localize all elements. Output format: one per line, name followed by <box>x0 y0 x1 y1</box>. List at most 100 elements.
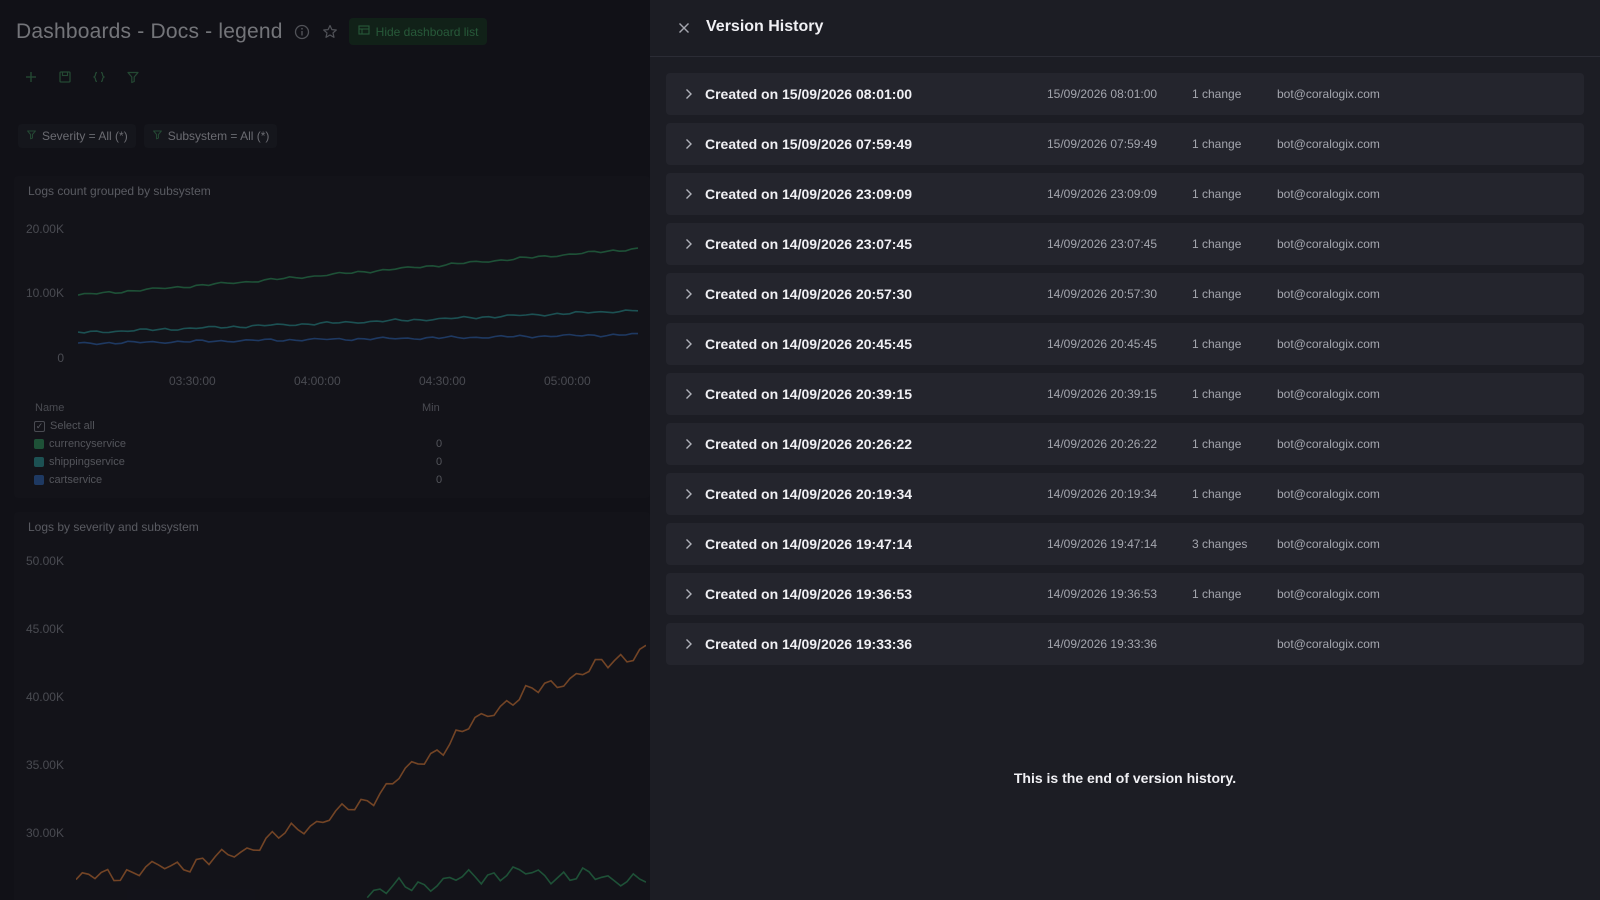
chevron-right-icon[interactable] <box>680 84 698 104</box>
select-all-label: Select all <box>50 420 95 432</box>
chevron-right-icon[interactable] <box>680 434 698 454</box>
version-row[interactable]: Created on 14/09/2026 20:19:34 14/09/2026… <box>666 473 1584 515</box>
y-tick-label: 35.00K <box>25 758 64 772</box>
hide-dashboard-list-label: Hide dashboard list <box>375 24 479 39</box>
version-row[interactable]: Created on 14/09/2026 20:57:30 14/09/2026… <box>666 273 1584 315</box>
chevron-right-icon[interactable] <box>680 334 698 354</box>
version-changes: 1 change <box>1192 387 1242 401</box>
version-date: 14/09/2026 19:36:53 <box>1047 587 1158 601</box>
legend-item-cartservice[interactable]: cartservice <box>34 474 102 486</box>
version-user: bot@coralogix.com <box>1277 87 1380 101</box>
chevron-right-icon[interactable] <box>680 384 698 404</box>
close-icon[interactable] <box>674 18 694 38</box>
version-row[interactable]: Created on 14/09/2026 19:33:36 14/09/2026… <box>666 623 1584 665</box>
widget-title: Logs by severity and subsystem <box>28 520 199 534</box>
widget-title: Logs count grouped by subsystem <box>28 184 211 198</box>
chevron-right-icon[interactable] <box>680 134 698 154</box>
filter-chip-label: Subsystem = All (*) <box>167 129 270 143</box>
legend-min-header: Min <box>422 402 440 414</box>
version-title: Created on 15/09/2026 08:01:00 <box>705 86 913 102</box>
chevron-right-icon[interactable] <box>680 284 698 304</box>
series-line-shippingservice <box>78 309 638 334</box>
version-user: bot@coralogix.com <box>1277 487 1380 501</box>
version-date: 15/09/2026 07:59:49 <box>1047 137 1158 151</box>
version-user: bot@coralogix.com <box>1277 187 1380 201</box>
chevron-right-icon[interactable] <box>680 584 698 604</box>
version-user: bot@coralogix.com <box>1277 237 1380 251</box>
version-user: bot@coralogix.com <box>1277 137 1380 151</box>
chevron-right-icon[interactable] <box>680 634 698 654</box>
dashboard-panel: Dashboards - Docs - legend Hide dashboar… <box>0 0 650 900</box>
version-row[interactable]: Created on 15/09/2026 08:01:00 15/09/2026… <box>666 73 1584 115</box>
y-tick-label: 0 <box>57 351 64 365</box>
chevron-right-icon[interactable] <box>680 184 698 204</box>
version-row[interactable]: Created on 14/09/2026 23:07:45 14/09/2026… <box>666 223 1584 265</box>
version-user: bot@coralogix.com <box>1277 537 1380 551</box>
info-icon[interactable] <box>293 23 311 41</box>
version-title: Created on 14/09/2026 20:19:34 <box>705 486 913 502</box>
legend-select-all[interactable]: ✓ Select all <box>34 420 95 432</box>
legend-min-value: 0 <box>436 438 443 450</box>
version-date: 14/09/2026 23:09:09 <box>1047 187 1158 201</box>
legend-name-header: Name <box>35 402 65 414</box>
version-changes: 1 change <box>1192 437 1242 451</box>
legend-item-currencyservice[interactable]: currencyservice <box>34 438 126 450</box>
legend-item-shippingservice[interactable]: shippingservice <box>34 456 125 468</box>
x-tick-label: 04:00:00 <box>294 374 341 388</box>
version-title: Created on 14/09/2026 20:26:22 <box>705 436 913 452</box>
dashboard-header: Dashboards - Docs - legend Hide dashboar… <box>16 18 488 45</box>
version-changes: 1 change <box>1192 137 1242 151</box>
version-row[interactable]: Created on 14/09/2026 20:39:15 14/09/2026… <box>666 373 1584 415</box>
list-icon <box>358 24 370 39</box>
x-tick-label: 04:30:00 <box>419 374 466 388</box>
version-title: Created on 14/09/2026 23:09:09 <box>705 186 913 202</box>
version-row[interactable]: Created on 15/09/2026 07:59:49 15/09/2026… <box>666 123 1584 165</box>
funnel-icon <box>26 129 37 143</box>
widget-logs-by-severity: Logs by severity and subsystem 50.00K 45… <box>14 512 650 900</box>
series-line-currencyservice <box>78 247 638 296</box>
y-tick-label: 10.00K <box>25 286 64 300</box>
version-date: 14/09/2026 19:33:36 <box>1047 637 1158 651</box>
version-title: Created on 15/09/2026 07:59:49 <box>705 136 913 152</box>
version-row[interactable]: Created on 14/09/2026 20:45:45 14/09/2026… <box>666 323 1584 365</box>
hide-dashboard-list-button[interactable]: Hide dashboard list <box>348 18 488 45</box>
version-row[interactable]: Created on 14/09/2026 23:09:09 14/09/2026… <box>666 173 1584 215</box>
version-user: bot@coralogix.com <box>1277 587 1380 601</box>
legend-item-label: cartservice <box>49 474 103 486</box>
chevron-right-icon[interactable] <box>680 484 698 504</box>
filter-chip-label: Severity = All (*) <box>42 129 128 143</box>
version-title: Created on 14/09/2026 20:39:15 <box>705 386 913 402</box>
dashboard-title: Dashboards - Docs - legend <box>16 19 283 43</box>
logs-by-severity-chart <box>76 644 646 899</box>
version-changes: 1 change <box>1192 337 1242 351</box>
version-row[interactable]: Created on 14/09/2026 19:36:53 14/09/2026… <box>666 573 1584 615</box>
legend-swatch <box>34 439 44 449</box>
add-icon[interactable] <box>22 68 40 86</box>
version-date: 14/09/2026 20:26:22 <box>1047 437 1158 451</box>
version-row[interactable]: Created on 14/09/2026 20:26:22 14/09/2026… <box>666 423 1584 465</box>
filter-chip-severity[interactable]: Severity = All (*) <box>18 124 136 148</box>
chevron-right-icon[interactable] <box>680 234 698 254</box>
checkbox-icon[interactable]: ✓ <box>34 420 45 432</box>
version-title: Created on 14/09/2026 19:33:36 <box>705 636 913 652</box>
version-date: 14/09/2026 20:57:30 <box>1047 287 1158 301</box>
version-row[interactable]: Created on 14/09/2026 19:47:14 14/09/2026… <box>666 523 1584 565</box>
drawer-header: Version History <box>650 0 1600 57</box>
version-changes: 1 change <box>1192 587 1242 601</box>
version-user: bot@coralogix.com <box>1277 437 1380 451</box>
drawer-title: Version History <box>706 18 824 35</box>
version-history-drawer: Version History Created on 15/09/2026 08… <box>650 0 1600 900</box>
save-icon[interactable] <box>56 68 74 86</box>
filter-chip-subsystem[interactable]: Subsystem = All (*) <box>143 124 278 148</box>
version-title: Created on 14/09/2026 19:36:53 <box>705 586 913 602</box>
version-changes: 1 change <box>1192 87 1242 101</box>
series-line <box>366 866 646 899</box>
code-icon[interactable] <box>90 68 108 86</box>
legend-item-label: currencyservice <box>49 438 127 450</box>
version-changes: 1 change <box>1192 237 1242 251</box>
x-tick-label: 03:30:00 <box>169 374 216 388</box>
chevron-right-icon[interactable] <box>680 534 698 554</box>
star-icon[interactable] <box>321 23 339 41</box>
version-changes: 1 change <box>1192 487 1242 501</box>
filter-icon[interactable] <box>124 68 142 86</box>
